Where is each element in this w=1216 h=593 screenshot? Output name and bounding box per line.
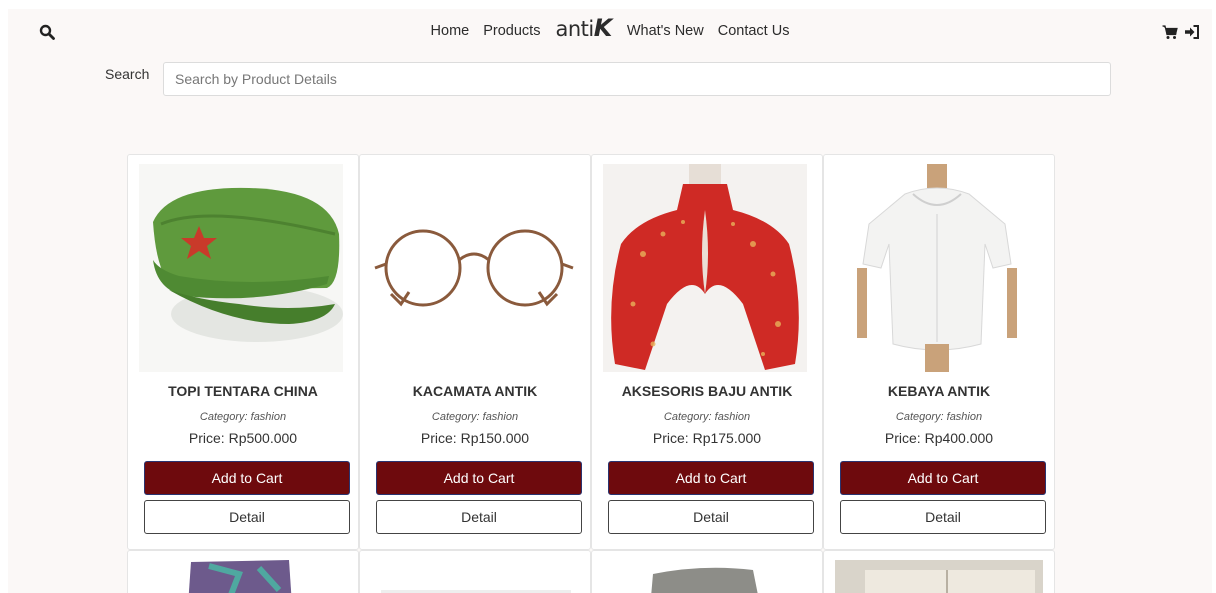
product-image-round-glasses[interactable] bbox=[371, 164, 575, 372]
detail-button[interactable]: Detail bbox=[608, 500, 814, 534]
product-price: Price: Rp175.000 bbox=[652, 430, 762, 446]
product-category: Category: fashion bbox=[663, 411, 751, 423]
product-image[interactable] bbox=[603, 560, 811, 593]
product-card: TOPI TENTARA CHINA Category: fashion Pri… bbox=[127, 154, 359, 550]
product-grid: TOPI TENTARA CHINA Category: fashion Pri… bbox=[127, 154, 1057, 550]
product-image-red-floral-cape[interactable] bbox=[603, 164, 807, 372]
nav-home[interactable]: Home bbox=[431, 23, 470, 39]
product-category: Category: fashion bbox=[431, 411, 519, 423]
product-image-white-lace-blouse[interactable] bbox=[835, 164, 1039, 372]
main-nav: Home Products antiK What's New Contact U… bbox=[8, 16, 1212, 40]
add-to-cart-button[interactable]: Add to Cart bbox=[144, 461, 350, 495]
product-category: Category: fashion bbox=[895, 411, 983, 423]
detail-button[interactable]: Detail bbox=[840, 500, 1046, 534]
product-category: Category: fashion bbox=[199, 411, 287, 423]
search-row: Search bbox=[105, 62, 1112, 96]
search-label: Search bbox=[105, 66, 150, 82]
product-card: KEBAYA ANTIK Category: fashion Price: Rp… bbox=[823, 154, 1055, 550]
product-title: KEBAYA ANTIK bbox=[887, 383, 991, 399]
add-to-cart-button[interactable]: Add to Cart bbox=[608, 461, 814, 495]
add-to-cart-button[interactable]: Add to Cart bbox=[840, 461, 1046, 495]
sign-in-icon[interactable] bbox=[1184, 24, 1200, 40]
detail-button[interactable]: Detail bbox=[144, 500, 350, 534]
product-price: Price: Rp150.000 bbox=[420, 430, 530, 446]
cart-icon[interactable] bbox=[1162, 24, 1178, 40]
product-grid-row-2 bbox=[127, 550, 1055, 593]
product-price: Price: Rp400.000 bbox=[884, 430, 994, 446]
product-card: KACAMATA ANTIK Category: fashion Price: … bbox=[359, 154, 591, 550]
add-to-cart-button[interactable]: Add to Cart bbox=[376, 461, 582, 495]
header-actions bbox=[1162, 24, 1200, 40]
product-card bbox=[359, 550, 591, 593]
product-image[interactable] bbox=[835, 560, 1043, 593]
page: Home Products antiK What's New Contact U… bbox=[8, 9, 1212, 593]
nav-contact-us[interactable]: Contact Us bbox=[718, 23, 790, 39]
product-card bbox=[591, 550, 823, 593]
product-image[interactable] bbox=[371, 560, 579, 593]
nav-whats-new[interactable]: What's New bbox=[627, 23, 704, 39]
product-card bbox=[127, 550, 359, 593]
product-price: Price: Rp500.000 bbox=[188, 430, 298, 446]
product-title: KACAMATA ANTIK bbox=[412, 383, 538, 399]
brand-logo[interactable]: antiK bbox=[555, 16, 612, 40]
product-card: AKSESORIS BAJU ANTIK Category: fashion P… bbox=[591, 154, 823, 550]
product-image[interactable] bbox=[139, 560, 347, 593]
nav-products[interactable]: Products bbox=[483, 23, 540, 39]
search-input[interactable] bbox=[163, 62, 1111, 96]
product-card bbox=[823, 550, 1055, 593]
product-image-green-army-cap[interactable] bbox=[139, 164, 343, 372]
detail-button[interactable]: Detail bbox=[376, 500, 582, 534]
product-title: TOPI TENTARA CHINA bbox=[168, 383, 318, 399]
product-title: AKSESORIS BAJU ANTIK bbox=[621, 383, 793, 399]
